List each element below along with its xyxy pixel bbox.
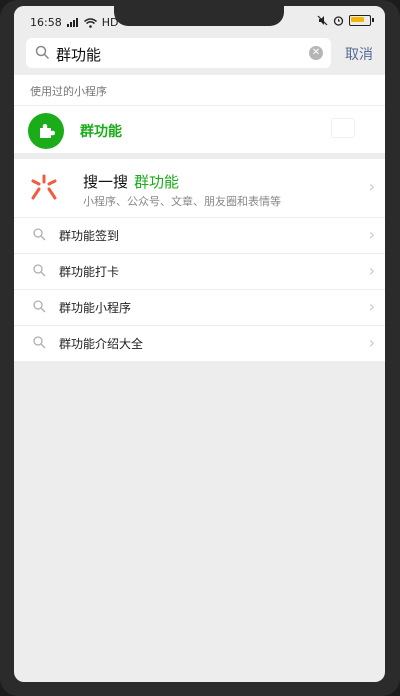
status-time: 16:58 <box>30 16 62 29</box>
cancel-button[interactable]: 取消 <box>345 44 373 64</box>
suggestion-text: 群功能签到 <box>59 229 120 243</box>
search-query: 群功能 <box>56 46 102 64</box>
suggestion-row[interactable]: 群功能介绍大全 › <box>14 325 385 361</box>
search-icon <box>33 228 46 241</box>
suggestion-text: 群功能介绍大全 <box>59 337 144 351</box>
search-icon <box>33 264 46 277</box>
search-icon <box>33 336 46 349</box>
search-input[interactable]: 群功能 ✕ <box>26 38 331 68</box>
puzzle-icon <box>40 124 55 138</box>
chevron-right-icon: › <box>368 261 375 280</box>
status-bar: 16:58 HD <box>14 6 385 36</box>
miniprogram-logo <box>28 113 64 149</box>
search-bar: 群功能 ✕ 取消 <box>14 36 385 74</box>
sousou-title: 搜一搜 群功能 <box>83 171 179 192</box>
suggestion-row[interactable]: 群功能打卡 › <box>14 253 385 290</box>
sousou-keyword: 群功能 <box>134 173 180 191</box>
miniprogram-item[interactable]: 群功能 <box>14 105 385 152</box>
chevron-right-icon: › <box>368 225 375 244</box>
suggestion-row[interactable]: 群功能签到 › <box>14 217 385 254</box>
item-action-placeholder <box>331 118 355 138</box>
section-title: 使用过的小程序 <box>30 85 107 98</box>
miniprogram-name: 群功能 <box>80 124 122 140</box>
used-miniprograms-section: 使用过的小程序 群功能 <box>14 75 385 153</box>
phone-frame: 16:58 HD 群功能 ✕ 取消 使用过的小程序 群功能 搜一搜 群功能 小程… <box>0 0 400 696</box>
chevron-right-icon: › <box>368 177 375 196</box>
mute-icon <box>317 15 328 26</box>
chevron-right-icon: › <box>368 333 375 352</box>
signal-icon <box>66 18 78 27</box>
chevron-right-icon: › <box>368 297 375 316</box>
status-left: 16:58 HD <box>30 16 118 29</box>
sousou-label: 搜一搜 <box>83 173 129 191</box>
sousou-icon <box>31 174 57 200</box>
sousou-subtitle: 小程序、公众号、文章、朋友圈和表情等 <box>83 195 281 208</box>
screen: 16:58 HD 群功能 ✕ 取消 使用过的小程序 群功能 搜一搜 群功能 小程… <box>14 6 385 682</box>
search-results-card: 搜一搜 群功能 小程序、公众号、文章、朋友圈和表情等 › 群功能签到 › 群功能打… <box>14 159 385 361</box>
search-icon <box>35 45 50 60</box>
status-right <box>317 15 374 26</box>
clear-icon[interactable]: ✕ <box>309 46 323 60</box>
search-icon <box>33 300 46 313</box>
suggestion-row[interactable]: 群功能小程序 › <box>14 289 385 326</box>
camera-notch <box>114 6 284 26</box>
suggestion-text: 群功能打卡 <box>59 265 120 279</box>
suggestion-text: 群功能小程序 <box>59 301 132 315</box>
wifi-icon <box>83 17 97 28</box>
battery-icon <box>349 15 374 26</box>
sousou-row[interactable]: 搜一搜 群功能 小程序、公众号、文章、朋友圈和表情等 › <box>14 159 385 218</box>
alarm-icon <box>333 16 344 26</box>
